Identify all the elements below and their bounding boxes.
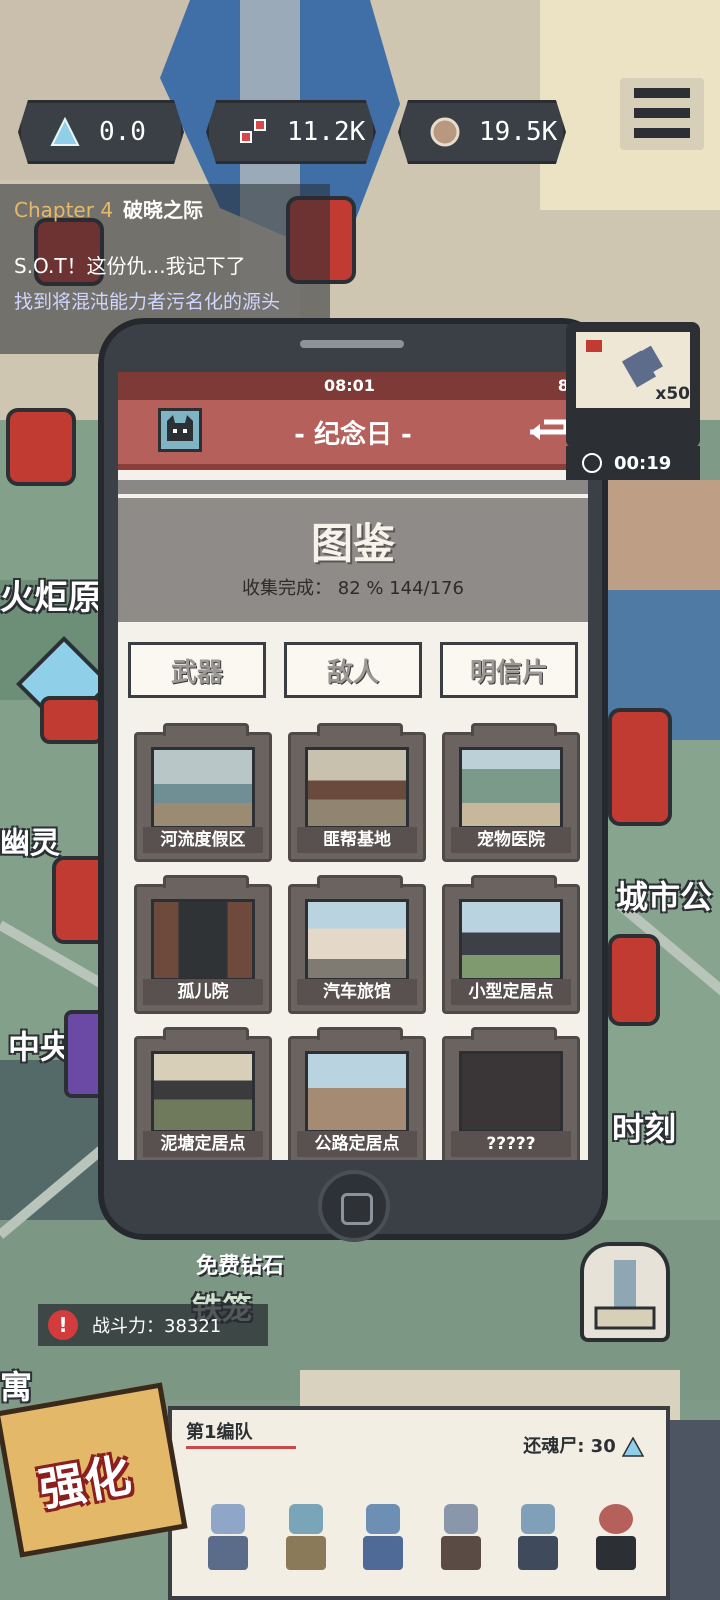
diamond-icon [45,112,85,152]
home-button[interactable] [318,1170,390,1242]
postcard-river-resort[interactable]: 河流度假区 [134,723,272,862]
menu-button[interactable] [620,78,704,150]
map-label-apartment[interactable]: 寓 [0,1362,32,1408]
postcard-image [459,747,563,829]
zombie-count: 还魂尸: 30 [523,1432,645,1458]
postcard-image [459,899,563,981]
postcard-label: ????? [451,1131,571,1157]
map-label-ghost[interactable]: 幽灵 [0,818,60,862]
phone-frame: 08:01 80 - 纪念日 - 图鉴 收集完成： 82 % 144/176 武… [98,318,608,1242]
status-time: 08:01 [324,376,375,395]
trophy-marker-icon[interactable] [40,696,104,744]
postcard-label: 河流度假区 [143,827,263,853]
diamond-counter[interactable]: 0.0 [18,100,184,164]
backpack-icon[interactable] [580,1242,670,1342]
reward-timer: 00:19 [566,446,700,480]
unit-avatar[interactable] [202,1504,254,1570]
gem-value: 11.2K [287,117,366,147]
postcard-label: 匪帮基地 [297,827,417,853]
chapter-title: 破晓之际 [123,198,204,222]
postcard-image [151,899,255,981]
coin-counter[interactable]: 19.5K [398,100,566,164]
tab-postcards[interactable]: 明信片 [440,642,578,698]
postcard-image [305,1051,409,1133]
postcard-label: 孤儿院 [143,979,263,1005]
phone-screen: 08:01 80 - 纪念日 - 图鉴 收集完成： 82 % 144/176 武… [118,372,588,1160]
tab-weapons[interactable]: 武器 [128,642,266,698]
trophy-marker-icon[interactable] [608,934,660,1026]
trophy-marker-icon[interactable] [608,708,672,826]
app-title: - 纪念日 - [294,420,412,450]
unit-avatar[interactable] [590,1504,642,1570]
warning-icon: ! [48,1310,78,1340]
clock-icon [582,453,602,473]
postcard-label: 公路定居点 [297,1131,417,1157]
postcard-motel[interactable]: 汽车旅馆 [288,875,426,1014]
free-diamond-label[interactable]: 免费钻石 [196,1248,284,1280]
quest-dialogue: S.O.T！这份仇...我记下了 [14,254,246,278]
reward-multiplier: x50 [655,384,690,404]
postcard-road-settlement[interactable]: 公路定居点 [288,1027,426,1160]
unit-avatar[interactable] [435,1504,487,1570]
combat-power: ! 战斗力：38321 [38,1304,268,1346]
map-label-torch-plain[interactable]: 火炬原 [0,570,102,619]
coin-icon [425,112,465,152]
zombie-count-value: 还魂尸: 30 [523,1436,616,1457]
team-underline [186,1446,296,1449]
collection-header: 图鉴 收集完成： 82 % 144/176 [118,498,588,622]
gem-icon [233,112,273,152]
map-label-city-park[interactable]: 城市公 [616,872,712,918]
timer-value: 00:19 [614,452,672,474]
postcard-locked[interactable]: ????? [442,1027,580,1160]
gem-counter[interactable]: 11.2K [206,100,376,164]
locked-postcard-placeholder [459,1051,563,1133]
team-panel[interactable]: 第1编队 还魂尸: 30 [168,1406,670,1600]
unit-avatar[interactable] [280,1504,332,1570]
postcard-image [151,747,255,829]
postcard-label: 汽车旅馆 [297,979,417,1005]
quest-objective: 找到将混沌能力者污名化的源头 [14,291,281,313]
team-name[interactable]: 第1编队 [186,1418,253,1444]
postcard-mud-settlement[interactable]: 泥塘定居点 [134,1027,272,1160]
map-label-moment[interactable]: 时刻 [612,1104,676,1150]
section-title: 图鉴 [310,519,395,568]
unit-avatar[interactable] [512,1504,564,1570]
postcard-gang-base[interactable]: 匪帮基地 [288,723,426,862]
postcard-pet-clinic[interactable]: 宠物医院 [442,723,580,862]
tab-enemies[interactable]: 敌人 [284,642,422,698]
postcard-grid: 河流度假区 匪帮基地 宠物医院 孤儿院 汽车旅馆 小型定居点 泥塘定居点 公路定… [134,723,580,1160]
postcard-label: 泥塘定居点 [143,1131,263,1157]
postcard-image [305,899,409,981]
combat-power-value: 战斗力：38321 [92,1316,222,1337]
trophy-marker-icon[interactable] [6,408,76,486]
team-units [202,1480,642,1570]
postcard-image [151,1051,255,1133]
phone-speaker [300,340,404,348]
enhance-label: 强化 [35,1447,136,1517]
collection-progress: 收集完成： 82 % 144/176 [242,578,464,599]
unit-avatar[interactable] [357,1504,409,1570]
diamond-icon [621,1436,645,1457]
map-label-center[interactable]: 中央 [8,1022,72,1068]
status-bar: 08:01 80 [118,372,588,400]
postcard-label: 宠物医院 [451,827,571,853]
category-tabs: 武器 敌人 明信片 [128,642,578,700]
chapter-label: Chapter 4 破晓之际 [14,194,203,223]
postcard-label: 小型定居点 [451,979,571,1005]
postcard-small-settlement[interactable]: 小型定居点 [442,875,580,1014]
chapter-number: Chapter 4 [14,198,114,222]
app-bar: - 纪念日 - [118,400,588,470]
diamond-value: 0.0 [99,117,146,147]
postcard-image [305,747,409,829]
divider [118,480,588,494]
coin-value: 19.5K [479,117,558,147]
postcard-orphanage[interactable]: 孤儿院 [134,875,272,1014]
reward-box[interactable]: x50 [566,322,700,448]
enhance-button[interactable]: 强化 [0,1382,188,1558]
